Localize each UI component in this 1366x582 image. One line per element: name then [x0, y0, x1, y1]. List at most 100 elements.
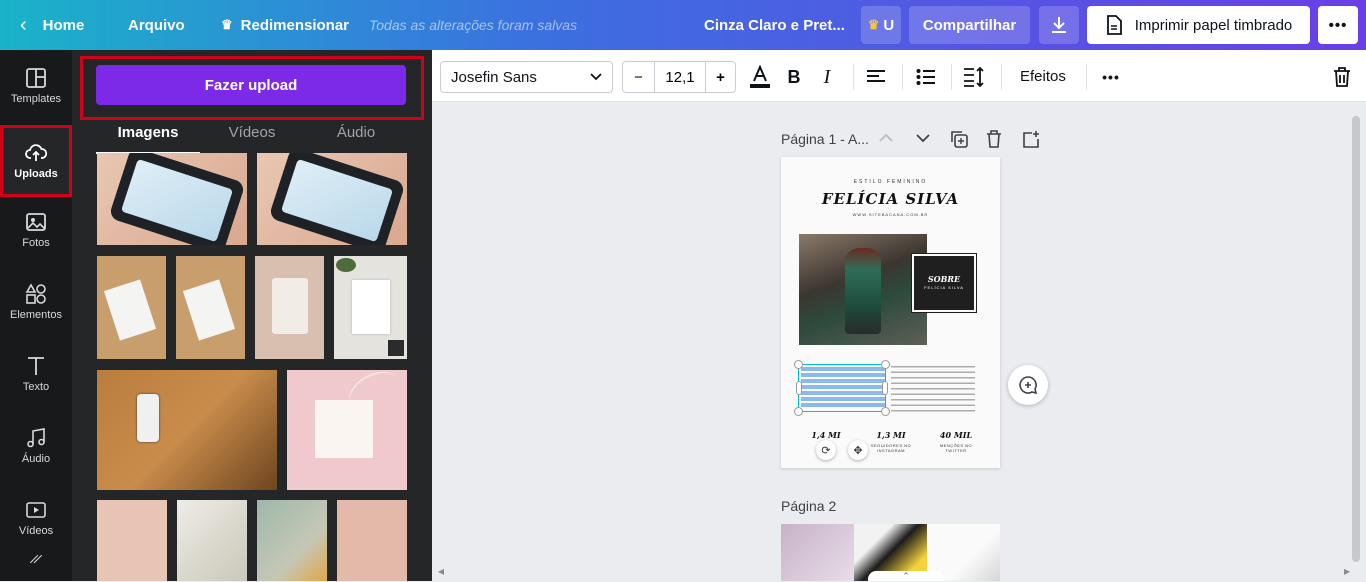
doc-stat-label: SEGUIDORES NO INSTAGRAM [870, 443, 912, 453]
upload-highlight: Fazer upload [80, 56, 424, 120]
chevron-down-icon [590, 73, 602, 81]
doc-stat-value: 1,4 MI [811, 430, 841, 440]
vertical-scrollbar[interactable] [1352, 116, 1360, 562]
chevron-down-icon[interactable] [916, 133, 930, 143]
font-family-select[interactable]: Josefin Sans [440, 61, 613, 93]
bold-button[interactable]: B [781, 64, 807, 90]
upload-thumbnail[interactable] [287, 370, 407, 490]
upload-thumbnail[interactable] [97, 153, 247, 245]
italic-button[interactable]: I [814, 64, 840, 90]
text-color-button[interactable] [747, 64, 773, 90]
crown-icon: ♛ [221, 17, 233, 32]
top-bar: ‹ Home Arquivo ♛ Redimensionar Todas as … [0, 0, 1366, 50]
effects-button[interactable]: Efeitos [1020, 68, 1066, 85]
tab-images[interactable]: Imagens [96, 120, 200, 154]
decrease-size-button[interactable]: − [623, 62, 655, 92]
upload-button[interactable]: Fazer upload [96, 65, 406, 105]
doc-about-sub: FELÍCIA SILVA [924, 285, 964, 290]
upload-thumbnail[interactable] [177, 500, 247, 581]
upload-thumbnail[interactable] [257, 153, 407, 245]
chevron-left-icon: ‹ [20, 13, 27, 36]
rail-uploads[interactable]: Uploads [0, 125, 72, 197]
horizontal-scrollbar[interactable]: ◂ ▸ ⌃ [438, 563, 1352, 581]
document-title[interactable]: Cinza Claro e Pret... [704, 0, 845, 50]
doc-stat-value: 40 MIL [939, 430, 973, 440]
upload-thumbnail[interactable] [257, 500, 327, 581]
chevron-up-icon[interactable] [879, 133, 893, 143]
trash-icon[interactable] [986, 130, 1002, 148]
text-color-icon [750, 65, 770, 88]
rail-audio[interactable]: Áudio [0, 410, 72, 482]
print-letterhead-button[interactable]: Imprimir papel timbrado [1087, 6, 1310, 44]
font-size-input[interactable]: 12,1 [655, 62, 705, 92]
download-button[interactable] [1039, 6, 1079, 44]
rail-photos[interactable]: Fotos [0, 194, 72, 266]
upload-cloud-icon [25, 144, 47, 161]
home-button[interactable]: ‹ Home [20, 0, 84, 50]
doc-about-box: SOBRE FELÍCIA SILVA [911, 253, 977, 313]
upload-thumbnail[interactable] [97, 500, 167, 581]
upload-thumbnail[interactable] [255, 256, 324, 359]
doc-url: WWW.SITEBACANA.COM.BR [852, 212, 929, 217]
trash-icon [1334, 67, 1350, 87]
chevron-up-icon: ⌃ [902, 571, 910, 581]
rail-templates[interactable]: Templates [0, 50, 72, 122]
rotate-handle[interactable]: ⟳ [816, 440, 836, 460]
move-handle[interactable]: ✥ [848, 440, 868, 460]
italic-icon: I [823, 65, 831, 88]
elements-icon [25, 283, 46, 304]
duplicate-page-icon[interactable] [950, 130, 968, 148]
rail-elements[interactable]: Elementos [0, 266, 72, 338]
rail-videos[interactable]: Vídeos [0, 482, 72, 554]
chevron-left-icon: ◂ [438, 564, 445, 578]
doc-body-text [891, 366, 975, 412]
side-rail: Templates Uploads Fotos Elementos Texto … [0, 50, 72, 581]
upload-thumbnail[interactable] [176, 256, 245, 359]
page-2-label[interactable]: Página 2 [781, 498, 836, 514]
download-icon [1052, 17, 1066, 33]
rail-text[interactable]: Texto [0, 338, 72, 410]
upload-thumbnail[interactable] [97, 370, 277, 490]
upload-thumbnail[interactable] [337, 500, 407, 581]
tab-audio[interactable]: Áudio [304, 120, 408, 154]
increase-size-button[interactable]: + [705, 62, 735, 92]
resize-button[interactable]: ♛ Redimensionar [221, 0, 349, 50]
align-left-icon [867, 70, 885, 82]
rotate-icon: ⟳ [821, 444, 831, 457]
music-icon [27, 428, 45, 448]
page-nav-toggle[interactable]: ⌃ [868, 571, 944, 581]
more-options-button[interactable]: ••• [1318, 6, 1358, 44]
more-tools-button[interactable]: ••• [1098, 64, 1124, 90]
upload-thumbnail[interactable] [334, 256, 407, 359]
doc-stat-value: 1,3 MI [876, 430, 906, 440]
text-icon [28, 357, 44, 375]
rail-more[interactable] [0, 554, 72, 581]
list-icon [916, 69, 935, 85]
add-page-icon[interactable] [1022, 130, 1040, 148]
document-icon [1106, 15, 1122, 35]
delete-button[interactable] [1329, 64, 1355, 90]
add-comment-button[interactable] [1008, 365, 1048, 405]
photo-icon [26, 213, 46, 231]
spacing-button[interactable] [961, 64, 987, 90]
file-menu[interactable]: Arquivo [128, 0, 185, 50]
bold-icon: B [787, 66, 801, 87]
crown-icon: ♛ [867, 17, 880, 32]
doc-kicker: ESTILO FEMININO [853, 179, 928, 185]
media-tabs: Imagens Vídeos Áudio [96, 120, 408, 154]
list-button[interactable] [913, 64, 939, 90]
share-button[interactable]: Compartilhar [909, 6, 1030, 44]
page-1[interactable]: ESTILO FEMININO FELÍCIA SILVA WWW.SITEBA… [781, 157, 1000, 468]
align-button[interactable] [863, 64, 889, 90]
page-1-label[interactable]: Página 1 - A... [781, 131, 869, 147]
upgrade-button[interactable]: ♛ U [861, 6, 901, 44]
doc-about-title: SOBRE [927, 274, 961, 284]
video-icon [26, 502, 46, 518]
tab-videos[interactable]: Vídeos [200, 120, 304, 154]
doc-name: FELÍCIA SILVA [821, 190, 960, 208]
templates-icon [26, 68, 46, 88]
doc-photo [799, 234, 927, 345]
upload-thumbnail[interactable] [97, 256, 166, 359]
selected-text-box[interactable] [794, 360, 890, 416]
move-icon: ✥ [853, 444, 863, 457]
